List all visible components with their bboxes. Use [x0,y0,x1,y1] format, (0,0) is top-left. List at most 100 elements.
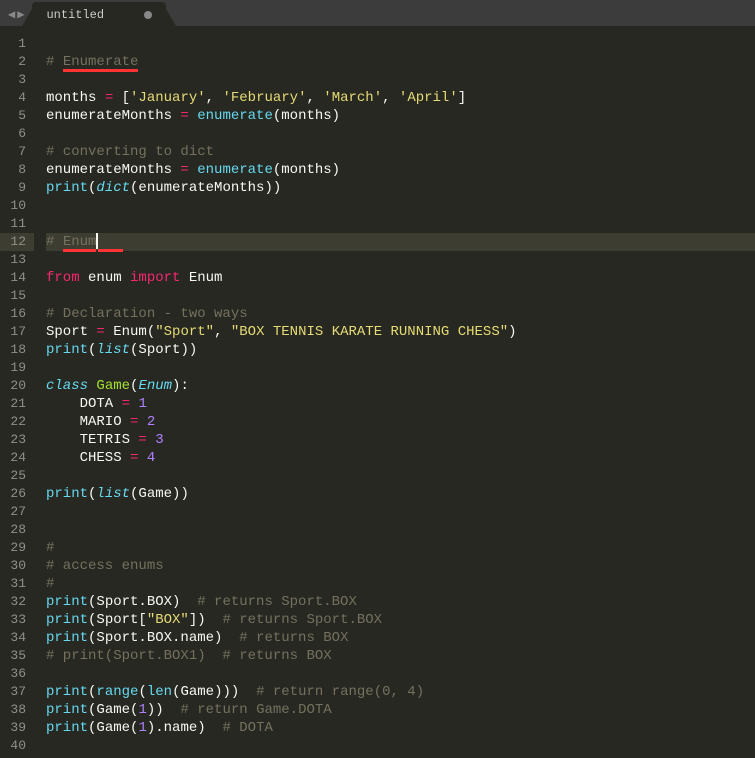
code-line[interactable] [46,71,755,89]
code-line[interactable]: print(list(Sport)) [46,341,755,359]
token: "Sport" [155,324,214,340]
line-number: 29 [8,539,26,557]
code-line[interactable]: print(Sport.BOX.name) # returns BOX [46,629,755,647]
line-number: 25 [8,467,26,485]
line-number: 35 [8,647,26,665]
token: print [46,702,88,718]
token: = [122,396,130,412]
token: ( [138,684,146,700]
token: = [138,432,146,448]
code-line[interactable]: class Game(Enum): [46,377,755,395]
token: import [130,270,180,286]
code-line[interactable] [46,503,755,521]
code-line[interactable]: # access enums [46,557,755,575]
line-number: 16 [8,305,26,323]
code-line[interactable]: print(Game(1).name) # DOTA [46,719,755,737]
line-number: 11 [8,215,26,233]
token [138,450,146,466]
code-line[interactable]: # Declaration - two ways [46,305,755,323]
code-line[interactable]: print(Game(1)) # return Game.DOTA [46,701,755,719]
code-line[interactable]: print(range(len(Game))) # return range(0… [46,683,755,701]
line-number: 15 [8,287,26,305]
code-line[interactable] [46,125,755,143]
token: len [147,684,172,700]
code-line[interactable]: print(Sport.BOX) # returns Sport.BOX [46,593,755,611]
token: (Game( [88,702,138,718]
nav-back-icon[interactable]: ◀ [8,7,15,22]
code-line[interactable] [46,197,755,215]
line-number: 24 [8,449,26,467]
token: print [46,612,88,628]
token: ] [458,90,466,106]
tab-title: untitled [46,8,104,22]
code-area[interactable]: # Enumerate months = ['January', 'Februar… [34,26,755,758]
token: TETRIS [46,432,138,448]
token: = [96,324,104,340]
code-line[interactable] [46,215,755,233]
token: ]) [189,612,223,628]
line-number: 8 [8,161,26,179]
code-line[interactable]: Sport = Enum("Sport", "BOX TENNIS KARATE… [46,323,755,341]
code-line[interactable] [46,665,755,683]
code-line[interactable]: # print(Sport.BOX1) # returns BOX [46,647,755,665]
token: (Sport[ [88,612,147,628]
code-line[interactable] [46,467,755,485]
code-line[interactable] [46,35,755,53]
token [189,162,197,178]
line-number: 1 [8,35,26,53]
code-line[interactable]: CHESS = 4 [46,449,755,467]
token: = [180,108,188,124]
editor[interactable]: 1234567891011121314151617181920212223242… [0,26,755,758]
code-line[interactable]: print(list(Game)) [46,485,755,503]
code-line[interactable]: TETRIS = 3 [46,431,755,449]
line-number: 36 [8,665,26,683]
code-line[interactable]: # converting to dict [46,143,755,161]
tab-untitled[interactable]: untitled [32,2,166,26]
line-number: 9 [8,179,26,197]
token: from [46,270,80,286]
code-line[interactable] [46,521,755,539]
token: (Sport)) [130,342,197,358]
code-line[interactable]: from enum import Enum [46,269,755,287]
token: # converting to dict [46,144,214,160]
line-number-gutter: 1234567891011121314151617181920212223242… [0,26,34,758]
line-number: 13 [8,251,26,269]
line-number: 20 [8,377,26,395]
token: months [46,90,105,106]
code-line[interactable]: # Enum [46,233,755,251]
token: enumerate [197,108,273,124]
token [189,108,197,124]
token: dict [96,180,130,196]
line-number: 14 [8,269,26,287]
token: MARIO [46,414,130,430]
token: # [46,234,63,250]
code-line[interactable]: enumerateMonths = enumerate(months) [46,107,755,125]
token: (enumerateMonths)) [130,180,281,196]
token: # returns BOX [239,630,348,646]
token: (months) [273,108,340,124]
code-line[interactable]: # [46,539,755,557]
token: # returns Sport.BOX [197,594,357,610]
code-line[interactable]: print(dict(enumerateMonths)) [46,179,755,197]
code-line[interactable]: print(Sport["BOX"]) # returns Sport.BOX [46,611,755,629]
token: print [46,720,88,736]
token: class [46,378,88,394]
code-line[interactable]: # Enumerate [46,53,755,71]
code-line[interactable] [46,737,755,755]
token: (Sport.BOX) [88,594,197,610]
code-line[interactable]: enumerateMonths = enumerate(months) [46,161,755,179]
code-line[interactable] [46,287,755,305]
line-number: 28 [8,521,26,539]
code-line[interactable] [46,251,755,269]
token: "BOX" [147,612,189,628]
token: ): [172,378,189,394]
code-line[interactable]: MARIO = 2 [46,413,755,431]
token: # return Game.DOTA [180,702,331,718]
token: 1 [138,396,146,412]
token: # access enums [46,558,164,574]
token: , [306,90,323,106]
code-line[interactable]: DOTA = 1 [46,395,755,413]
code-line[interactable] [46,359,755,377]
code-line[interactable]: months = ['January', 'February', 'March'… [46,89,755,107]
code-line[interactable]: # [46,575,755,593]
